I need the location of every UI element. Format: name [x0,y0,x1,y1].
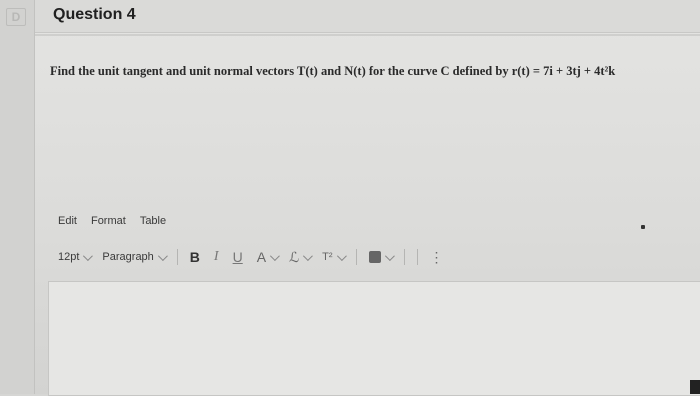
resize-dot-icon [641,225,645,229]
font-size-value: 12pt [58,251,80,263]
highlight-icon: ℒ [289,248,300,265]
chevron-down-icon [157,250,168,261]
menu-format[interactable]: Format [91,215,126,233]
screen-edge-shadow [690,380,700,394]
toolbar-separator [416,249,418,265]
chevron-down-icon [303,250,314,261]
block-format-value: Paragraph [102,251,154,263]
image-icon [368,251,381,263]
menu-edit[interactable]: Edit [58,215,77,233]
question-text: Find the unit tangent and unit normal ve… [50,64,616,78]
chevron-down-icon [336,250,347,261]
menu-table[interactable]: Table [140,215,166,233]
superscript-button[interactable]: T² [322,250,347,263]
highlight-button[interactable]: ℒ [289,248,314,266]
text-color-icon: A [256,249,267,265]
superscript-icon: T² [322,251,333,263]
chevron-down-icon [384,250,395,261]
underline-button[interactable]: U [233,249,243,265]
toolbar-separator [176,249,178,265]
block-format-select[interactable]: Paragraph [102,250,168,263]
question-title: Question 4 [53,6,136,23]
font-size-select[interactable]: 12pt [58,250,94,263]
header-divider [35,34,700,36]
toolbar-separator [355,249,357,265]
bold-button[interactable]: B [190,249,200,265]
toolbar-separator [403,249,405,265]
chevron-down-icon [270,250,280,261]
insert-media-button[interactable] [368,250,395,263]
chevron-down-icon [83,250,94,261]
editor-menubar: Edit Format Table [58,215,166,233]
question-status-badge: D [6,8,26,26]
italic-button[interactable]: I [214,249,219,265]
editor-toolbar: 12pt Paragraph B I U A ℒ T² ⋮ [58,246,578,268]
answer-editor-area[interactable] [48,281,700,396]
text-color-button[interactable]: A [256,249,280,265]
question-gutter: D [0,0,35,394]
page: D Question 4 Find the unit tangent and u… [0,0,700,396]
question-header: Question 4 [35,0,700,33]
more-options-icon[interactable]: ⋮ [430,249,444,266]
